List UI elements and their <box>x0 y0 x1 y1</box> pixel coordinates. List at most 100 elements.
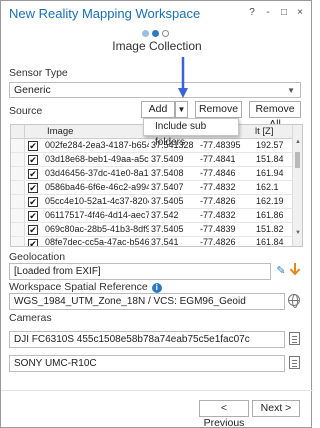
lon-cell: -77.4841 <box>200 154 236 164</box>
spatial-reference-label-text: Workspace Spatial Reference <box>9 281 148 293</box>
alt-cell: 162.19 <box>256 196 284 206</box>
image-name-cell: 03d46456-37dc-41e0-8a1b-f7b <box>45 168 149 178</box>
step-dot-3 <box>162 30 169 37</box>
minimize-icon[interactable]: - <box>263 7 273 18</box>
sensor-type-select[interactable]: Generic ▼ <box>9 82 301 98</box>
add-dropdown-menu: Include sub folders <box>143 118 239 148</box>
camera-properties-icon[interactable] <box>289 356 300 369</box>
help-icon[interactable]: ? <box>247 7 257 18</box>
add-button[interactable]: Add <box>141 101 175 118</box>
lon-cell: -77.4826 <box>200 237 236 247</box>
row-checkbox[interactable]: ✔ <box>28 183 38 193</box>
image-name-cell: 069c80ac-28b5-41b3-8df9-ecbf <box>45 224 149 234</box>
maximize-icon[interactable]: □ <box>279 7 289 18</box>
column-alt[interactable]: lt [Z] <box>255 125 293 139</box>
spatial-reference-label: Workspace Spatial Reference i <box>9 281 162 293</box>
lat-cell: 37.5405 <box>151 196 184 206</box>
camera-field-2[interactable]: SONY UMC-R10C <box>9 355 285 372</box>
scroll-up-icon[interactable]: ▲ <box>293 139 302 145</box>
image-name-cell: 06117517-4f46-4d14-aec7-561f <box>45 210 149 220</box>
wizard-step-indicator <box>142 30 169 37</box>
row-selector[interactable] <box>11 223 25 236</box>
edit-pencil-icon[interactable]: ✎ <box>274 264 288 278</box>
cameras-label: Cameras <box>9 312 52 324</box>
footer-divider <box>1 390 313 391</box>
image-name-cell: 05cc4e10-52a1-4c37-8204-851e <box>45 196 149 206</box>
chevron-down-icon: ▼ <box>287 86 295 95</box>
source-label: Source <box>9 105 43 117</box>
column-image[interactable]: Image <box>43 125 143 139</box>
table-row[interactable]: ✔ 06117517-4f46-4d14-aec7-561f 37.542 -7… <box>11 209 294 223</box>
alt-cell: 161.86 <box>256 210 284 220</box>
row-checkbox[interactable]: ✔ <box>28 141 38 151</box>
table-row[interactable]: ✔ 03d46456-37dc-41e0-8a1b-f7b 37.5408 -7… <box>11 167 294 181</box>
import-arrow-icon[interactable] <box>289 262 301 277</box>
table-row[interactable]: ✔ 03d18e68-beb1-49aa-a5c1-dea 37.5409 -7… <box>11 153 294 167</box>
image-name-cell: 03d18e68-beb1-49aa-a5c1-dea <box>45 154 149 164</box>
table-row[interactable]: ✔ 05cc4e10-52a1-4c37-8204-851e 37.5405 -… <box>11 195 294 209</box>
next-button[interactable]: Next > <box>252 400 300 417</box>
lat-cell: 37.5407 <box>151 182 184 192</box>
image-name-cell: 08fe7dec-cc5a-47ac-b546-4dee <box>45 237 149 247</box>
lon-cell: -77.48395 <box>200 140 241 150</box>
geolocation-label: Geolocation <box>9 251 66 263</box>
scroll-down-icon[interactable]: ▼ <box>293 230 302 236</box>
step-dot-1 <box>142 30 149 37</box>
info-icon[interactable]: i <box>151 283 162 293</box>
table-row[interactable]: ✔ 08fe7dec-cc5a-47ac-b546-4dee 37.541 -7… <box>11 237 294 247</box>
select-all-cell[interactable] <box>11 125 25 139</box>
alt-cell: 161.94 <box>256 168 284 178</box>
alt-cell: 151.82 <box>256 224 284 234</box>
alt-cell: 162.1 <box>256 182 279 192</box>
image-name-cell: 002fe284-2ea3-4187-b654-72b <box>45 140 149 150</box>
scroll-thumb[interactable] <box>295 152 300 168</box>
previous-button[interactable]: < Previous <box>199 400 249 428</box>
row-checkbox[interactable]: ✔ <box>28 239 38 246</box>
close-icon[interactable]: × <box>295 7 305 18</box>
alt-cell: 161.84 <box>256 237 284 247</box>
lon-cell: -77.4832 <box>200 210 236 220</box>
alt-cell: 192.57 <box>256 140 284 150</box>
row-checkbox[interactable]: ✔ <box>28 197 38 207</box>
lat-cell: 37.541 <box>151 237 179 247</box>
image-name-cell: 0586ba46-6f6e-46c2-a994-873f <box>45 182 149 192</box>
add-dropdown-chevron-icon[interactable]: ▼ <box>175 101 188 118</box>
spatial-reference-field[interactable]: WGS_1984_UTM_Zone_18N / VCS: EGM96_Geoid <box>9 293 285 310</box>
row-selector[interactable] <box>11 209 25 222</box>
row-selector[interactable] <box>11 237 25 246</box>
row-selector[interactable] <box>11 139 25 152</box>
lon-cell: -77.4826 <box>200 196 236 206</box>
globe-icon[interactable] <box>288 294 300 308</box>
workspace-wizard-window: New Reality Mapping Workspace ? - □ × Im… <box>0 0 313 428</box>
sensor-type-value: Generic <box>14 84 51 96</box>
sensor-type-label: Sensor Type <box>9 67 68 79</box>
window-controls: ? - □ × <box>247 7 305 18</box>
lat-cell: 37.542 <box>151 210 179 220</box>
lon-cell: -77.4839 <box>200 224 236 234</box>
alt-cell: 151.84 <box>256 154 284 164</box>
table-row[interactable]: ✔ 0586ba46-6f6e-46c2-a994-873f 37.5407 -… <box>11 181 294 195</box>
row-checkbox[interactable]: ✔ <box>28 225 38 235</box>
row-selector[interactable] <box>11 195 25 208</box>
row-selector[interactable] <box>11 153 25 166</box>
camera-field-1[interactable]: DJI FC6310S 455c1508e58b78a74eab75c5e1fa… <box>9 331 285 348</box>
row-checkbox[interactable]: ✔ <box>28 169 38 179</box>
row-checkbox[interactable]: ✔ <box>28 155 38 165</box>
remove-button[interactable]: Remove <box>195 101 242 118</box>
table-vertical-scrollbar[interactable]: ▲ ▼ <box>292 125 302 246</box>
lat-cell: 37.5408 <box>151 168 184 178</box>
row-selector[interactable] <box>11 181 25 194</box>
lat-cell: 37.5405 <box>151 224 184 234</box>
page-title: Image Collection <box>112 39 202 53</box>
row-selector[interactable] <box>11 167 25 180</box>
table-row[interactable]: ✔ 069c80ac-28b5-41b3-8df9-ecbf 37.5405 -… <box>11 223 294 237</box>
geolocation-field[interactable]: [Loaded from EXIF] <box>9 263 271 280</box>
table-row[interactable]: ✔ 002fe284-2ea3-4187-b654-72b 37.541328 … <box>11 139 294 153</box>
annotation-arrow-icon <box>178 57 188 98</box>
lat-cell: 37.5409 <box>151 154 184 164</box>
lon-cell: -77.4846 <box>200 168 236 178</box>
row-checkbox[interactable]: ✔ <box>28 211 38 221</box>
camera-properties-icon[interactable] <box>289 332 300 345</box>
remove-all-button[interactable]: Remove All <box>249 101 301 130</box>
window-title: New Reality Mapping Workspace <box>9 6 201 21</box>
